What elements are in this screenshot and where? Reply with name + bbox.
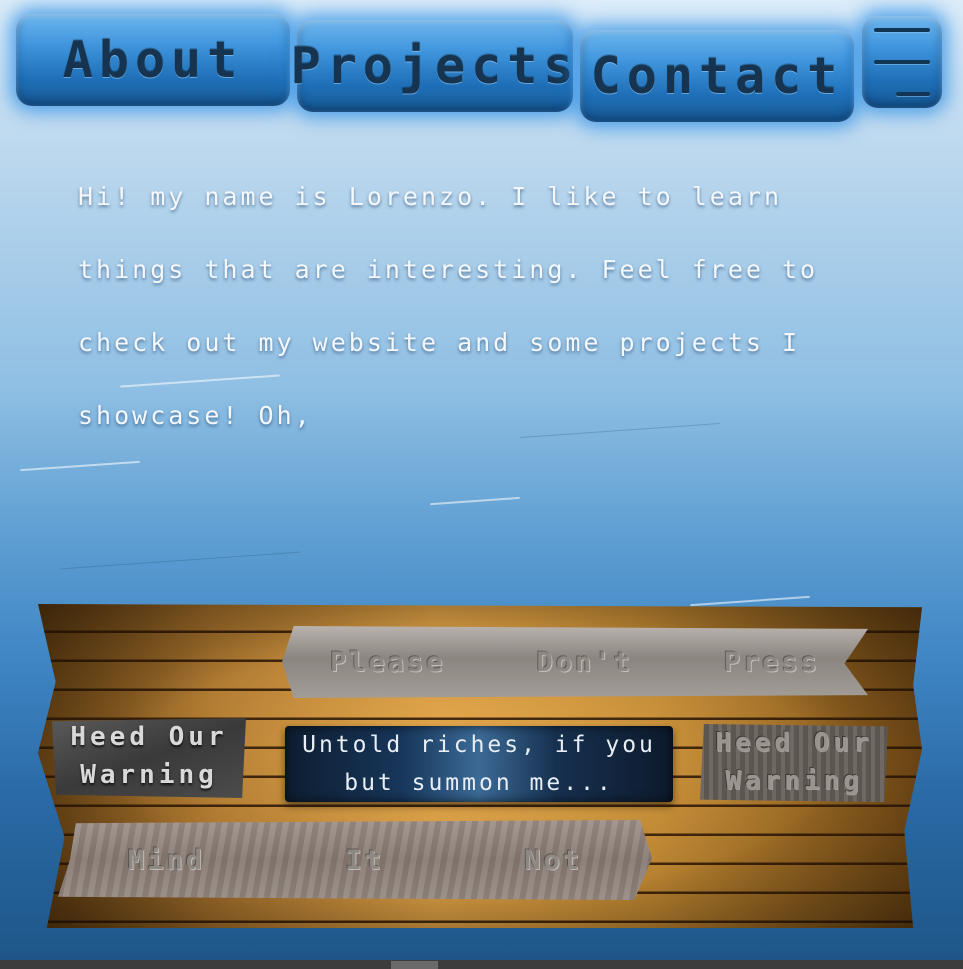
nav-projects-button[interactable]: Projects xyxy=(291,20,573,112)
surface-streak xyxy=(690,595,810,607)
banner-word-press: Press xyxy=(723,646,820,678)
hamburger-menu-button[interactable] xyxy=(862,16,942,108)
menu-line xyxy=(874,60,930,64)
hamburger-menu-icon xyxy=(862,16,942,108)
intro-paragraph: Hi! my name is Lorenzo. I like to learn … xyxy=(78,182,819,430)
bottom-banner: Mind It Not xyxy=(58,820,652,900)
top-banner: Please Don't Press xyxy=(282,626,868,698)
banner-word-please: Please xyxy=(330,646,446,678)
nav-about-button[interactable]: About xyxy=(16,14,290,106)
surface-streak xyxy=(20,460,140,472)
nav-about-label: About xyxy=(62,31,244,89)
horizontal-scrollbar[interactable] xyxy=(0,960,963,969)
banner-word-mind: Mind xyxy=(128,844,206,876)
scrollbar-thumb[interactable] xyxy=(391,961,438,969)
nav-projects-label: Projects xyxy=(290,37,580,95)
banner-word-dont: Don't xyxy=(536,646,633,678)
banner-word-not: Not xyxy=(524,844,582,876)
heed-warning-plaque-right: Heed Our Warning xyxy=(700,724,888,802)
summon-riches-button[interactable]: Untold riches, if you but summon me... xyxy=(285,726,673,802)
menu-line xyxy=(896,92,930,96)
heed-warning-plaque-left: Heed Our Warning xyxy=(52,718,246,798)
surface-streak xyxy=(430,496,520,506)
surface-streak xyxy=(60,551,300,570)
nav-contact-button[interactable]: Contact xyxy=(580,30,854,122)
nav-contact-label: Contact xyxy=(590,47,844,105)
menu-line xyxy=(874,28,930,32)
banner-word-it: It xyxy=(345,844,384,876)
